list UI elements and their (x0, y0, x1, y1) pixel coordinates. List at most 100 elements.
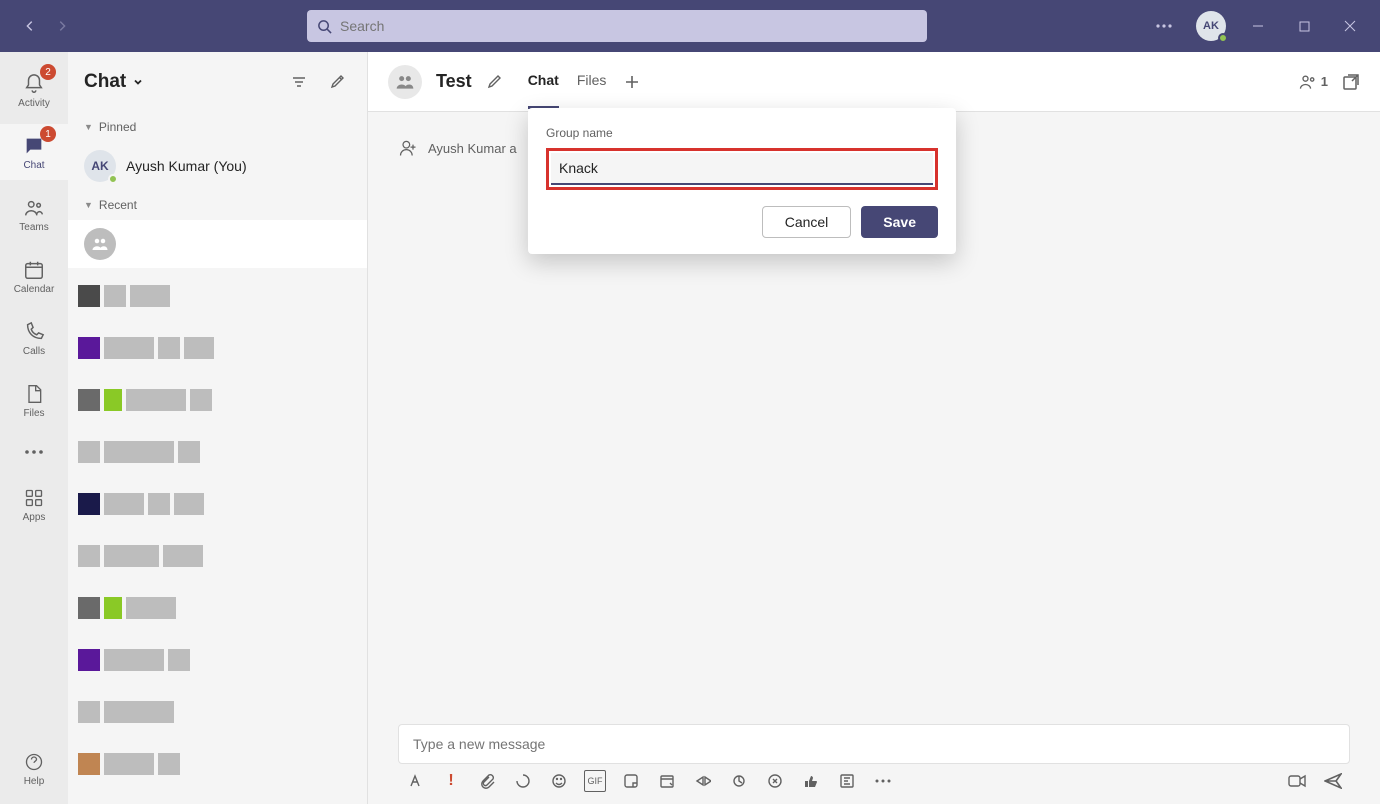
chat-name: Ayush Kumar (You) (126, 158, 247, 174)
section-label: Pinned (99, 120, 136, 134)
apps-icon (24, 486, 44, 510)
rail-label: Chat (23, 160, 44, 171)
filter-button[interactable] (285, 68, 313, 96)
priority-button[interactable]: ! (440, 770, 462, 792)
rail-label: Apps (23, 512, 46, 523)
nav-forward-button[interactable] (48, 12, 76, 40)
chat-item-redacted[interactable] (78, 688, 357, 736)
pinned-section[interactable]: ▼Pinned (68, 112, 367, 142)
chat-item-self[interactable]: AK Ayush Kumar (You) (68, 142, 367, 190)
polls-button[interactable] (836, 770, 858, 792)
group-avatar-icon (388, 65, 422, 99)
group-avatar-icon (84, 228, 116, 260)
chat-item-redacted[interactable] (78, 376, 357, 424)
chat-item-redacted[interactable] (78, 532, 357, 580)
search-box[interactable] (307, 10, 927, 42)
save-button[interactable]: Save (861, 206, 938, 238)
approvals-button[interactable] (728, 770, 750, 792)
rail-label: Teams (19, 222, 48, 233)
rail-badge: 1 (40, 126, 56, 142)
chat-title: Test (436, 71, 472, 92)
chat-list-panel: Chat ▼Pinned AK Ayush Kumar (You) ▼ Recen… (68, 52, 368, 804)
loop-button[interactable] (512, 770, 534, 792)
participants-count: 1 (1321, 74, 1328, 89)
more-apps-button[interactable] (872, 770, 894, 792)
close-button[interactable] (1336, 12, 1364, 40)
chat-item-redacted[interactable] (78, 480, 357, 528)
chat-item-redacted[interactable] (78, 636, 357, 684)
chat-item-redacted[interactable] (78, 584, 357, 632)
rail-label: Calendar (14, 284, 55, 295)
nav-back-button[interactable] (16, 12, 44, 40)
highlight-box (546, 148, 938, 190)
rail-help[interactable]: Help (0, 740, 68, 796)
user-avatar[interactable]: AK (1196, 11, 1226, 41)
stream-button[interactable] (692, 770, 714, 792)
chat-item-redacted[interactable] (78, 740, 357, 788)
calendar-icon (23, 258, 45, 282)
chevron-down-icon (132, 76, 144, 88)
rail-label: Activity (18, 98, 50, 109)
chat-item-redacted[interactable] (78, 324, 357, 372)
rail-files[interactable]: Files (0, 372, 68, 428)
section-label: Recent (99, 198, 137, 212)
add-tab-button[interactable] (624, 74, 640, 90)
compose-area: ! GIF (368, 714, 1380, 804)
emoji-button[interactable] (548, 770, 570, 792)
system-message-text: Ayush Kumar a (428, 141, 517, 156)
new-chat-button[interactable] (323, 68, 351, 96)
group-name-dialog: Group name Cancel Save (528, 108, 956, 254)
cancel-button[interactable]: Cancel (762, 206, 852, 238)
chat-header: Test Chat Files 1 (368, 52, 1380, 112)
maximize-button[interactable] (1290, 12, 1318, 40)
rail-calendar[interactable]: Calendar (0, 248, 68, 304)
presence-indicator (1218, 33, 1228, 43)
rail-label: Help (24, 776, 45, 787)
rail-badge: 2 (40, 64, 56, 80)
praise-button[interactable] (800, 770, 822, 792)
rail-calls[interactable]: Calls (0, 310, 68, 366)
participants-button[interactable]: 1 (1298, 72, 1328, 92)
chat-item-redacted[interactable] (78, 428, 357, 476)
tab-chat[interactable]: Chat (528, 54, 559, 109)
tab-files[interactable]: Files (577, 54, 607, 109)
gif-button[interactable]: GIF (584, 770, 606, 792)
avatar-initials: AK (91, 159, 108, 173)
add-person-icon (398, 138, 418, 158)
chat-item-redacted[interactable] (78, 792, 357, 804)
video-clip-button[interactable] (1286, 770, 1308, 792)
rail-teams[interactable]: Teams (0, 186, 68, 242)
help-icon (24, 750, 44, 774)
viva-button[interactable] (764, 770, 786, 792)
chat-avatar: AK (84, 150, 116, 182)
more-options-button[interactable] (1150, 12, 1178, 40)
message-input[interactable] (413, 736, 1335, 752)
chevron-icon: ▼ (84, 200, 93, 210)
rail-label: Calls (23, 346, 45, 357)
sticker-button[interactable] (620, 770, 642, 792)
app-rail: Activity 2 Chat 1 Teams Calendar Calls F… (0, 52, 68, 804)
rail-more[interactable] (0, 434, 68, 470)
teams-icon (23, 196, 45, 220)
format-button[interactable] (404, 770, 426, 792)
rail-apps[interactable]: Apps (0, 476, 68, 532)
group-name-input[interactable] (551, 153, 933, 185)
edit-name-button[interactable] (486, 74, 502, 90)
schedule-button[interactable] (656, 770, 678, 792)
chat-item-selected[interactable] (68, 220, 367, 268)
recent-section[interactable]: ▼ Recent (68, 190, 367, 220)
panel-title[interactable]: Chat (84, 71, 144, 93)
rail-chat[interactable]: Chat 1 (0, 124, 68, 180)
chat-item-redacted[interactable] (78, 272, 357, 320)
rail-activity[interactable]: Activity 2 (0, 62, 68, 118)
message-input-wrap[interactable] (398, 724, 1350, 764)
titlebar: AK (0, 0, 1380, 52)
popout-button[interactable] (1342, 73, 1360, 91)
attach-button[interactable] (476, 770, 498, 792)
send-button[interactable] (1322, 770, 1344, 792)
phone-icon (23, 320, 45, 344)
search-input[interactable] (340, 18, 917, 34)
search-icon (317, 19, 332, 34)
panel-title-text: Chat (84, 71, 126, 93)
minimize-button[interactable] (1244, 12, 1272, 40)
